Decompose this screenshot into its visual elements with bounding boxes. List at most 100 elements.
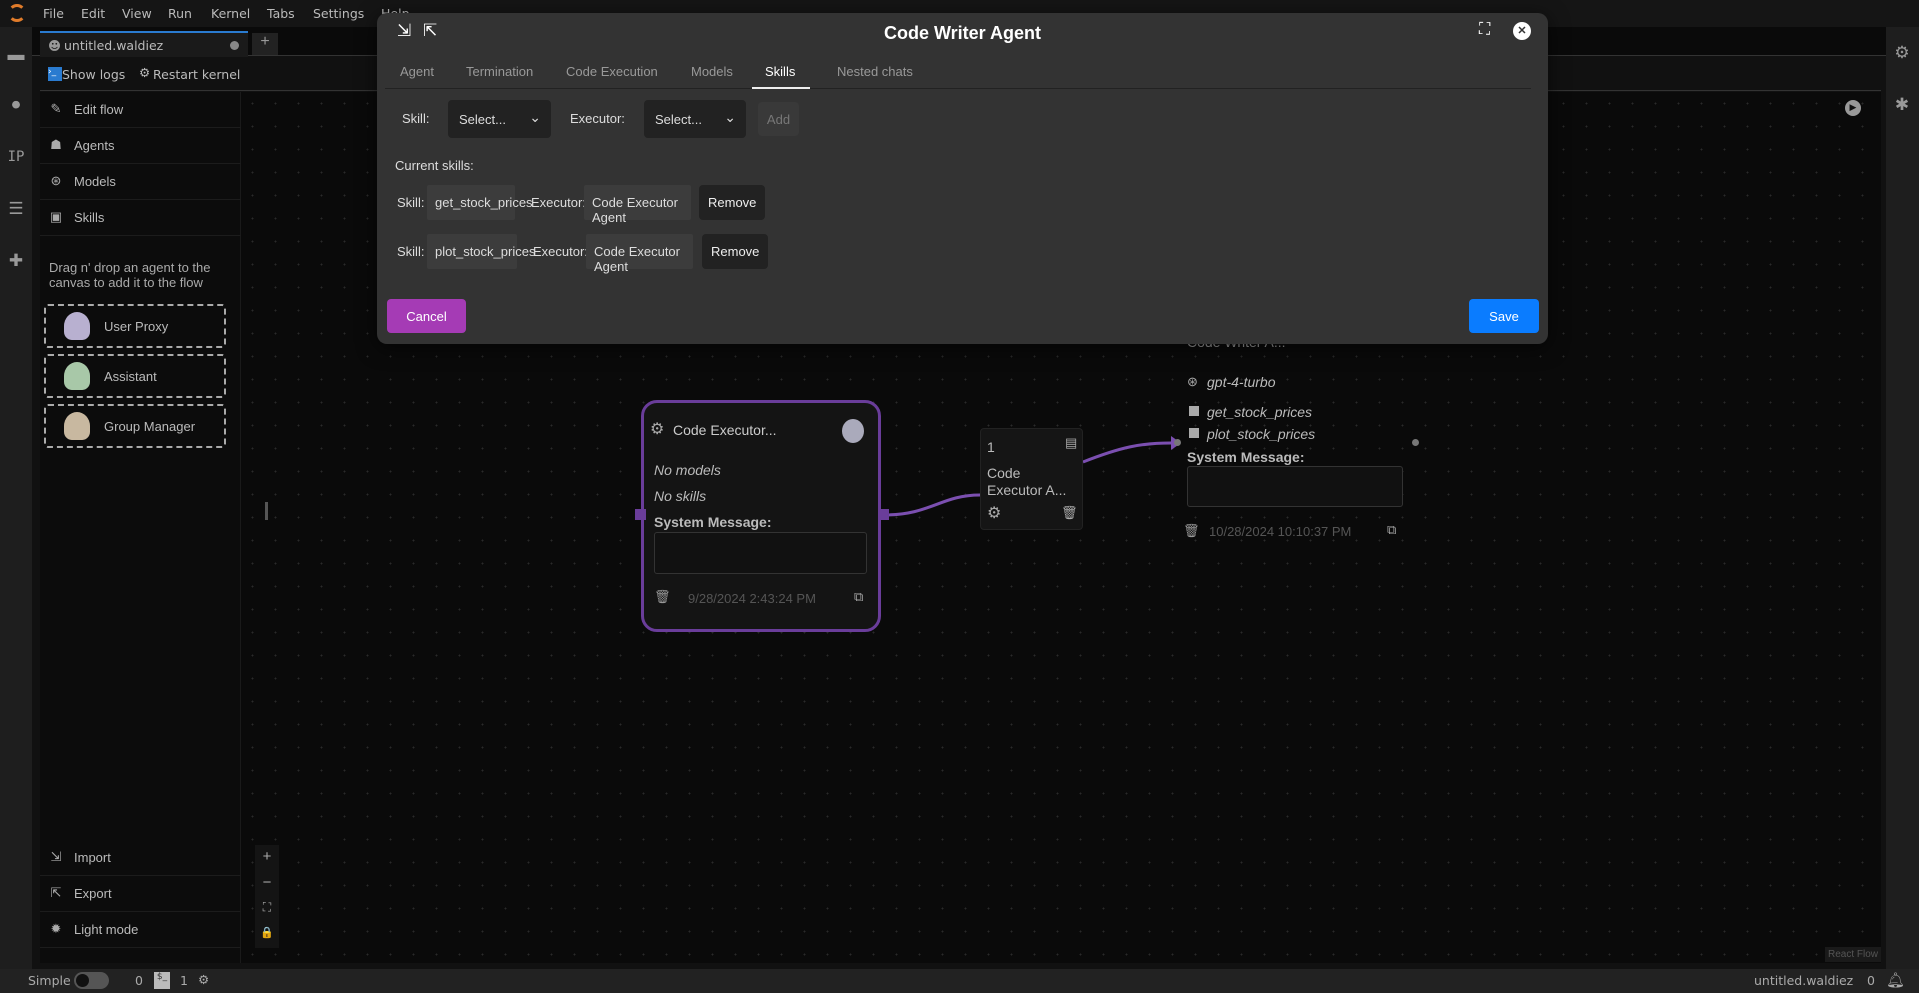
toc-icon[interactable]: ☰ [0,199,32,219]
sidebar-export[interactable]: ⇱ Export [40,876,241,912]
restart-kernel-button[interactable]: Restart kernel [153,67,240,82]
tab-models[interactable]: Models [691,64,733,79]
sidebar-item-label: Agents [74,138,115,153]
edit-icon: ✎ [50,101,62,116]
drag-hint: Drag n' drop an agent to the canvas to a… [49,260,211,290]
sidebar-item-models[interactable]: ⊛ Models [40,164,241,200]
code-writer-node[interactable]: Code Writer A... ⊛ gpt-4-turbo get_stock… [1177,332,1413,542]
zoom-out-button[interactable]: − [255,871,279,897]
lock-button[interactable]: 🔒 [255,923,279,949]
edge-label-line1: Code [987,465,1021,481]
simple-mode-toggle[interactable] [74,972,109,989]
edge-path-in[interactable] [883,493,981,517]
sidebar-import[interactable]: ⇲ Import [40,840,241,876]
running-icon[interactable]: ⏺ [0,95,32,115]
menu-view[interactable]: View [122,6,152,21]
sidebar-item-agents[interactable]: ☗ Agents [40,128,241,164]
openai-icon: ⊛ [1187,374,1198,389]
tab-title: untitled.waldiez [64,38,164,53]
sidebar-item-edit-flow[interactable]: ✎ Edit flow [40,92,241,128]
tab-nested-chats[interactable]: Nested chats [837,64,913,79]
sidebar-item-label: Models [74,174,116,189]
right-activity-bar: ⚙ ✱ [1886,27,1919,969]
menu-edit[interactable]: Edit [81,6,105,21]
copy-icon[interactable]: ⧉ [1387,522,1396,538]
sidebar-item-skills[interactable]: ▣ Skills [40,200,241,236]
edge-path-out[interactable] [1082,441,1172,464]
modal-title: Code Writer Agent [883,23,1041,43]
folder-icon[interactable]: ▬ [0,45,32,65]
remove-skill-button[interactable]: Remove [702,234,769,269]
tab-termination[interactable]: Termination [466,64,533,79]
tab-code-execution[interactable]: Code Execution [566,64,658,79]
executor-select[interactable]: Select... ⌄ [644,100,746,138]
system-message-label: System Message: [654,514,772,530]
skill-name: get_stock_prices [427,185,533,220]
source-handle[interactable] [1412,439,1419,446]
draggable-group-manager[interactable]: Group Manager [44,404,226,448]
executor-select-value: Select... [655,112,702,127]
sun-icon: ✹ [50,921,62,936]
settings-gear-icon[interactable]: ⚙ [650,419,664,439]
tab-skills[interactable]: Skills [765,64,795,79]
react-flow-attribution[interactable]: React Flow [1825,947,1881,962]
zoom-in-button[interactable]: + [255,845,279,871]
edge-label-node[interactable]: 1 ▤ Code Executor A... ⚙ 🗑 [980,428,1083,530]
writer-skill: plot_stock_prices [1207,426,1316,442]
close-icon[interactable]: ✕ [1513,22,1531,40]
menu-file[interactable]: File [43,6,64,21]
edge-delete-icon[interactable]: 🗑 [1061,505,1078,521]
source-handle[interactable] [878,509,889,520]
agent-label: User Proxy [104,319,169,334]
menu-settings[interactable]: Settings [313,6,364,21]
agent-label: Group Manager [104,419,196,434]
agent-label: Assistant [104,369,157,384]
sidebar: ✎ Edit flow ☗ Agents ⊛ Models ▣ Skills Drag … [40,92,241,963]
cancel-button[interactable]: Cancel [387,299,466,333]
active-tab-indicator [752,87,810,89]
menu-kernel[interactable]: Kernel [211,6,250,21]
show-logs-button[interactable]: Show logs [62,67,125,82]
remove-skill-button[interactable]: Remove [699,185,766,220]
copy-icon[interactable]: ⧉ [854,589,863,605]
gears-icon[interactable]: ⚙ [1886,43,1918,63]
skill-icon [1189,406,1199,416]
draggable-user-proxy[interactable]: User Proxy [44,304,226,348]
node-title: Code Executor... [673,422,777,438]
target-handle[interactable] [635,509,646,520]
delete-icon[interactable]: 🗑 [654,589,671,605]
edge-label-line2: Executor A... [987,482,1067,498]
tab-untitled-waldiez[interactable]: ☻ untitled.waldiez [40,31,248,57]
chat-order: 1 [987,439,995,455]
sidebar-item-label: Skills [74,210,105,225]
cpu-icon: ⚙ [198,972,210,987]
code-executor-node[interactable]: ⚙ Code Executor... No models No skills S… [641,400,881,632]
sidebar-item-label: Export [74,886,112,901]
fullscreen-icon[interactable]: ⛶ [1479,21,1490,39]
sidebar-light-mode[interactable]: ✹ Light mode [40,912,241,948]
menu-tabs[interactable]: Tabs [267,6,295,21]
openai-icon: ⊛ [50,173,62,188]
bell-icon[interactable]: 🔔︎ [1886,971,1905,989]
property-inspector-icon[interactable]: IP [0,149,32,165]
debugger-icon[interactable]: ✱ [1886,95,1918,115]
jupyter-logo-icon [8,4,26,22]
new-tab-button[interactable]: + [252,33,278,55]
edge-settings-icon[interactable]: ⚙ [987,503,1001,523]
menu-run[interactable]: Run [168,6,192,21]
left-activity-bar: ▬ ⏺ IP ☰ ✚ [0,27,32,969]
fit-view-button[interactable]: ⛶ [255,897,279,923]
delete-icon[interactable]: 🗑 [1183,523,1200,539]
unsaved-dot-icon[interactable] [230,41,239,50]
add-skill-button[interactable]: Add [758,102,799,136]
system-message-input[interactable] [1187,466,1403,507]
skill-label: Skill: [402,111,430,126]
draggable-assistant[interactable]: Assistant [44,354,226,398]
system-message-input[interactable] [654,532,867,574]
skill-select[interactable]: Select... ⌄ [448,100,551,138]
save-button[interactable]: Save [1469,299,1539,333]
tab-agent[interactable]: Agent [400,64,434,79]
target-handle[interactable] [1174,439,1181,446]
message-icon[interactable]: ▤ [1065,435,1077,451]
extension-icon[interactable]: ✚ [0,251,32,271]
